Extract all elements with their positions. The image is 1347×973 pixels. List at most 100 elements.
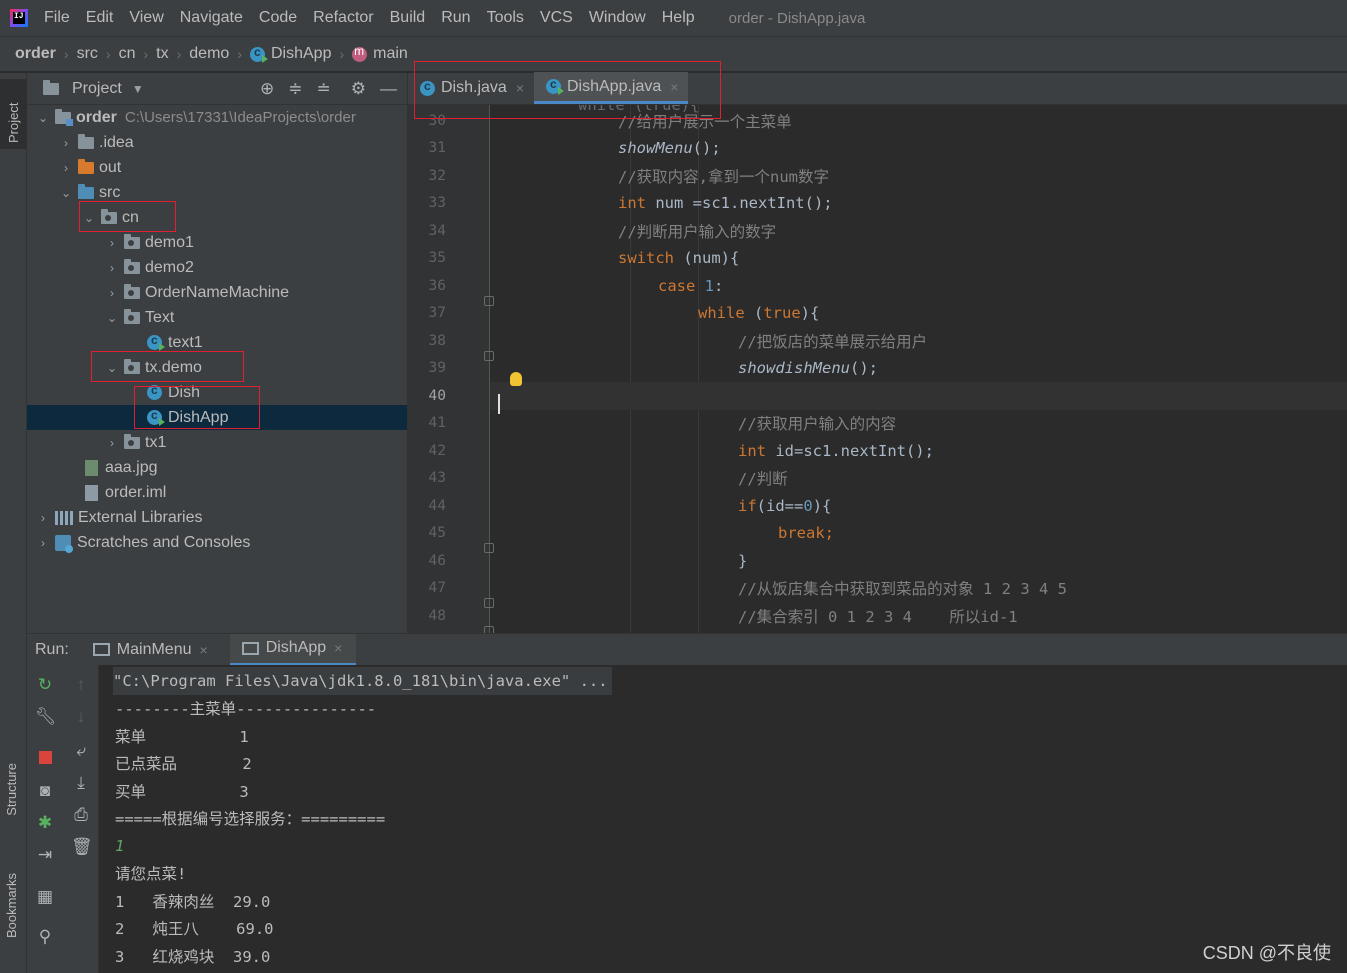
locate-icon[interactable]: ⊕ <box>260 79 274 99</box>
breadcrumb-dishapp-label: DishApp <box>270 45 332 62</box>
chevron-down-icon[interactable]: ⌄ <box>35 111 51 125</box>
tool-tab-project[interactable]: Project <box>0 79 27 149</box>
menu-run[interactable]: Run <box>441 9 470 27</box>
project-panel-title[interactable]: Project <box>72 80 122 98</box>
print-icon[interactable]: ⎙ <box>71 805 91 825</box>
breadcrumb-tx[interactable]: tx <box>156 45 168 63</box>
chevron-down-icon[interactable]: ▼ <box>130 82 146 96</box>
exit-icon[interactable]: ⇥ <box>35 845 55 865</box>
breadcrumb-demo[interactable]: demo <box>189 45 229 63</box>
close-icon[interactable]: × <box>670 79 678 95</box>
tree-node-scratches[interactable]: › Scratches and Consoles <box>27 530 407 555</box>
tree-node-text1[interactable]: text1 <box>27 330 407 355</box>
tool-tab-structure[interactable]: Structure <box>4 763 19 816</box>
tree-node-txdemo[interactable]: ⌄ tx.demo <box>27 355 407 380</box>
hide-icon[interactable]: — <box>380 79 397 99</box>
tree-node-orderiml[interactable]: order.iml <box>27 480 407 505</box>
chevron-right-icon[interactable]: › <box>35 511 51 525</box>
chevron-right-icon[interactable]: › <box>58 136 74 150</box>
chevron-right-icon[interactable]: › <box>35 536 51 550</box>
menu-code[interactable]: Code <box>259 9 297 27</box>
class-icon <box>147 408 165 426</box>
stop-icon[interactable] <box>35 749 55 769</box>
lightbulb-icon[interactable] <box>510 372 522 386</box>
tree-node-cn[interactable]: ⌄ cn <box>27 205 407 230</box>
menu-build[interactable]: Build <box>390 9 426 27</box>
tree-node-text[interactable]: ⌄ Text <box>27 305 407 330</box>
soft-wrap-icon[interactable]: ⤶ <box>71 741 91 761</box>
breadcrumb-src[interactable]: src <box>77 45 98 63</box>
menu-view[interactable]: View <box>129 9 163 27</box>
pin-icon[interactable]: ⚲ <box>35 927 55 947</box>
debug-icon[interactable]: ✱ <box>35 813 55 833</box>
scroll-to-end-icon[interactable]: ⤓ <box>71 773 91 793</box>
menu-navigate[interactable]: Navigate <box>180 9 243 27</box>
breadcrumb-separator: › <box>339 46 345 62</box>
line-number: 37 <box>428 305 446 322</box>
breadcrumb-order[interactable]: order <box>15 45 56 63</box>
tab-dish-java[interactable]: Dish.java × <box>408 72 534 104</box>
collapse-all-icon[interactable]: ≐ <box>317 79 331 99</box>
rerun-icon[interactable]: ↻ <box>35 675 55 695</box>
menu-window[interactable]: Window <box>589 9 646 27</box>
tree-node-tx1[interactable]: › tx1 <box>27 430 407 455</box>
menu-edit[interactable]: Edit <box>86 9 114 27</box>
tree-node-order[interactable]: ⌄ order C:\Users\17331\IdeaProjects\orde… <box>27 105 407 130</box>
excluded-folder-icon <box>78 158 94 174</box>
gear-icon[interactable]: ⚙ <box>351 79 366 99</box>
chevron-down-icon[interactable]: ⌄ <box>104 311 120 325</box>
tree-node-label: External Libraries <box>78 508 203 526</box>
source-folder-icon <box>78 183 94 199</box>
wrench-icon[interactable]: 🔧︎ <box>35 707 57 727</box>
tree-node-dishapp[interactable]: DishApp <box>27 405 407 430</box>
console-icon <box>241 641 259 655</box>
camera-icon[interactable]: ◙ <box>35 781 55 801</box>
tree-node-ordernamemachine[interactable]: › OrderNameMachine <box>27 280 407 305</box>
tab-dishapp-java[interactable]: DishApp.java × <box>534 72 689 104</box>
code-number: 1 <box>704 276 715 295</box>
menu-help[interactable]: Help <box>662 9 695 27</box>
chevron-right-icon[interactable]: › <box>104 436 120 450</box>
arrow-up-icon[interactable]: ↑ <box>71 675 91 695</box>
console-line: 买单 3 <box>115 782 249 801</box>
tree-node-out[interactable]: › out <box>27 155 407 180</box>
chevron-right-icon[interactable]: › <box>58 161 74 175</box>
tree-node-dish[interactable]: Dish <box>27 380 407 405</box>
run-tab-mainmenu[interactable]: MainMenu × <box>92 634 222 666</box>
run-tab-dishapp[interactable]: DishApp × <box>229 633 357 666</box>
tree-node-idea[interactable]: › .idea <box>27 130 407 155</box>
chevron-right-icon[interactable]: › <box>104 236 120 250</box>
chevron-down-icon[interactable]: ⌄ <box>58 186 74 200</box>
chevron-right-icon[interactable]: › <box>104 261 120 275</box>
chevron-down-icon[interactable]: ⌄ <box>81 211 97 225</box>
layout-icon[interactable]: ▦ <box>35 887 55 907</box>
close-icon[interactable]: × <box>516 80 524 96</box>
tree-node-external-libraries[interactable]: › External Libraries <box>27 505 407 530</box>
run-toolbar-secondary: ↑ ↓ ⤶ ⤓ ⎙ 🗑︎ <box>63 665 99 973</box>
tree-node-label: demo2 <box>145 258 194 276</box>
tree-node-demo1[interactable]: › demo1 <box>27 230 407 255</box>
tool-tab-bookmarks[interactable]: Bookmarks <box>4 873 19 938</box>
breadcrumb-cn[interactable]: cn <box>119 45 136 63</box>
code-comment: //集合索引 0 1 2 3 4 所以id-1 <box>738 607 1018 626</box>
tree-node-aaajpg[interactable]: aaa.jpg <box>27 455 407 480</box>
trash-icon[interactable]: 🗑︎ <box>71 837 93 857</box>
code-method-call: showMenu <box>618 139 693 158</box>
breadcrumb-main[interactable]: main <box>352 44 408 63</box>
chevron-right-icon[interactable]: › <box>104 286 120 300</box>
chevron-down-icon[interactable]: ⌄ <box>104 361 120 375</box>
close-icon[interactable]: × <box>334 640 342 656</box>
expand-all-icon[interactable]: ≑ <box>288 79 302 99</box>
tree-node-label: tx.demo <box>145 358 202 376</box>
tree-node-src[interactable]: ⌄ src <box>27 180 407 205</box>
arrow-down-icon[interactable]: ↓ <box>71 707 91 727</box>
tree-node-demo2[interactable]: › demo2 <box>27 255 407 280</box>
code-area[interactable]: while (true){ //给用户展示一个主菜单 showMenu(); /… <box>490 105 1347 633</box>
close-icon[interactable]: × <box>200 642 208 658</box>
menu-vcs[interactable]: VCS <box>540 9 573 27</box>
breadcrumb-dishapp[interactable]: DishApp <box>249 45 332 63</box>
menu-tools[interactable]: Tools <box>487 9 524 27</box>
menu-refactor[interactable]: Refactor <box>313 9 373 27</box>
console-output[interactable]: "C:\Program Files\Java\jdk1.8.0_181\bin\… <box>99 665 1347 973</box>
menu-file[interactable]: File <box>44 9 70 27</box>
